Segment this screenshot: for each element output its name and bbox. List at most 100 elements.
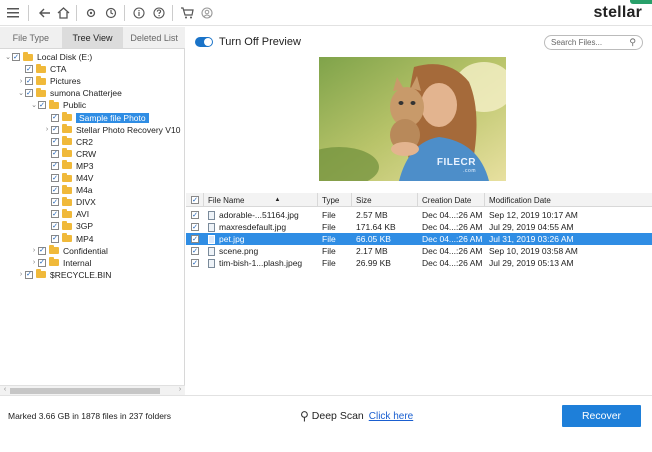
folder-icon [62, 196, 72, 206]
cell-modified: Jul 31, 2019 03:26 AM [489, 234, 574, 244]
scroll-right-icon[interactable]: › [175, 386, 185, 393]
tree-item-label: M4a [76, 185, 93, 196]
cart-icon[interactable] [178, 4, 196, 22]
tab-tree-view[interactable]: Tree View [61, 27, 124, 48]
tree-item[interactable]: ✓ M4a [0, 184, 185, 196]
settings-icon[interactable] [82, 4, 100, 22]
cell-type: File [322, 210, 336, 220]
horizontal-scrollbar[interactable]: ‹ › [0, 385, 185, 395]
tree-item-checkbox[interactable]: ✓ [51, 222, 59, 231]
toolbar-divider [172, 5, 173, 21]
tree-item-checkbox[interactable]: ✓ [51, 210, 59, 219]
tree-item[interactable]: ✓ AVI [0, 208, 185, 220]
tab-file-type[interactable]: File Type [0, 27, 62, 48]
home-icon[interactable] [54, 4, 72, 22]
table-row[interactable]: ✓ scene.png File 2.17 MB Dec 04...:26 AM Sep … [186, 245, 652, 257]
preview-toggle[interactable]: Turn Off Preview [195, 36, 301, 48]
tree-item-checkbox[interactable]: ✓ [25, 270, 33, 279]
row-checkbox-cell: ✓ [186, 257, 204, 269]
select-all-checkbox[interactable]: ✓ [186, 193, 204, 207]
back-icon[interactable] [36, 4, 54, 22]
column-file-name[interactable]: File Name ▲ [204, 193, 318, 207]
tree-item[interactable]: ⌄ ✓ sumona Chatterjee [0, 87, 185, 99]
table-row[interactable]: ✓ tim-bish-1...plash.jpeg File 26.99 KB Dec … [186, 257, 652, 269]
tree-item[interactable]: ✓ Sample file Photo [0, 112, 185, 124]
folder-icon [36, 63, 46, 73]
column-size[interactable]: Size [352, 193, 418, 207]
folder-icon [49, 245, 59, 255]
chevron-down-icon[interactable]: ⌄ [30, 101, 38, 109]
tree-item[interactable]: ✓ M4V [0, 172, 185, 184]
history-icon[interactable] [102, 4, 120, 22]
account-icon[interactable] [198, 4, 216, 22]
chevron-right-icon[interactable]: › [17, 78, 25, 85]
chevron-down-icon[interactable]: ⌄ [4, 53, 12, 61]
row-checkbox[interactable]: ✓ [191, 211, 199, 219]
search-input[interactable]: Search Files... ⚲ [544, 35, 643, 50]
tree-item-checkbox[interactable]: ✓ [51, 198, 59, 207]
tree-item-checkbox[interactable]: ✓ [51, 174, 59, 182]
tree-item[interactable]: › ✓ Confidential [0, 245, 185, 257]
cell-size: 171.64 KB [356, 222, 396, 232]
chevron-right-icon[interactable]: › [17, 271, 25, 278]
tree-item-checkbox[interactable]: ✓ [51, 113, 59, 122]
tree-item[interactable]: ✓ CTA [0, 63, 185, 75]
recover-button[interactable]: Recover [562, 405, 641, 427]
tree-item[interactable]: › ✓ $RECYCLE.BIN [0, 269, 185, 281]
scrollbar-thumb[interactable] [10, 388, 160, 394]
tree-item-checkbox[interactable]: ✓ [51, 186, 59, 195]
tree-item[interactable]: › ✓ Stellar Photo Recovery V10 [0, 124, 185, 136]
column-modification-date[interactable]: Modification Date [485, 193, 652, 207]
tree-item-checkbox[interactable]: ✓ [12, 53, 20, 61]
tree-item[interactable]: ⌄ ✓ Public [0, 99, 185, 111]
row-checkbox[interactable]: ✓ [191, 259, 199, 267]
file-name-text: adorable-...51164.jpg [219, 210, 299, 220]
column-type[interactable]: Type [318, 193, 352, 207]
table-row[interactable]: ✓ maxresdefault.jpg File 171.64 KB Dec 04...… [186, 221, 652, 233]
tree-item[interactable]: ✓ CRW [0, 148, 185, 160]
tree-item[interactable]: ✓ MP3 [0, 160, 185, 172]
table-row[interactable]: ✓ pet.jpg File 66.05 KB Dec 04...:26 AM Jul 3… [186, 233, 652, 245]
cell-modified: Sep 10, 2019 03:58 AM [489, 246, 578, 256]
tree-item[interactable]: ✓ DIVX [0, 196, 185, 208]
tree-item-checkbox[interactable]: ✓ [25, 65, 33, 74]
chevron-right-icon[interactable]: › [43, 126, 51, 133]
table-row[interactable]: ✓ adorable-...51164.jpg File 2.57 MB Dec 04.… [186, 209, 652, 221]
help-icon[interactable] [150, 4, 168, 22]
tree-item-checkbox[interactable]: ✓ [51, 161, 59, 170]
toggle-switch[interactable] [195, 37, 213, 47]
row-checkbox[interactable]: ✓ [191, 235, 199, 243]
tree-item[interactable]: › ✓ Pictures [0, 75, 185, 87]
file-icon [208, 234, 215, 244]
row-checkbox-cell: ✓ [186, 233, 204, 245]
scroll-left-icon[interactable]: ‹ [0, 386, 10, 393]
deep-scan-link[interactable]: Click here [369, 411, 413, 422]
info-icon[interactable] [130, 4, 148, 22]
chevron-right-icon[interactable]: › [30, 247, 38, 254]
sort-arrow-icon: ▲ [274, 197, 281, 203]
row-checkbox[interactable]: ✓ [191, 223, 199, 231]
tree-item[interactable]: ✓ 3GP [0, 220, 185, 232]
chevron-down-icon[interactable]: ⌄ [17, 89, 25, 97]
tree-item-checkbox[interactable]: ✓ [51, 234, 59, 243]
tree-item-checkbox[interactable]: ✓ [51, 149, 59, 158]
column-creation-date[interactable]: Creation Date [418, 193, 485, 207]
row-checkbox[interactable]: ✓ [191, 247, 199, 255]
tab-deleted-list[interactable]: Deleted List [123, 27, 185, 48]
tree-item[interactable]: › ✓ Internal [0, 257, 185, 269]
tree-item-checkbox[interactable]: ✓ [38, 101, 46, 110]
tree-item-checkbox[interactable]: ✓ [51, 137, 59, 146]
tree-item-checkbox[interactable]: ✓ [25, 77, 33, 86]
tree-item-checkbox[interactable]: ✓ [51, 125, 59, 134]
menu-icon[interactable] [4, 4, 22, 22]
tree-item-checkbox[interactable]: ✓ [38, 258, 46, 267]
tree-item[interactable]: ✓ CR2 [0, 136, 185, 148]
chevron-right-icon[interactable]: › [30, 259, 38, 266]
deep-scan: ⚲ Deep Scan Click here [300, 409, 413, 423]
tree-item[interactable]: ⌄ ✓ Local Disk (E:) [0, 51, 185, 63]
cell-size: 66.05 KB [356, 234, 391, 244]
search-icon[interactable]: ⚲ [629, 37, 636, 48]
tree-item-checkbox[interactable]: ✓ [38, 246, 46, 255]
tree-item[interactable]: ✓ MP4 [0, 233, 185, 245]
tree-item-checkbox[interactable]: ✓ [25, 89, 33, 98]
